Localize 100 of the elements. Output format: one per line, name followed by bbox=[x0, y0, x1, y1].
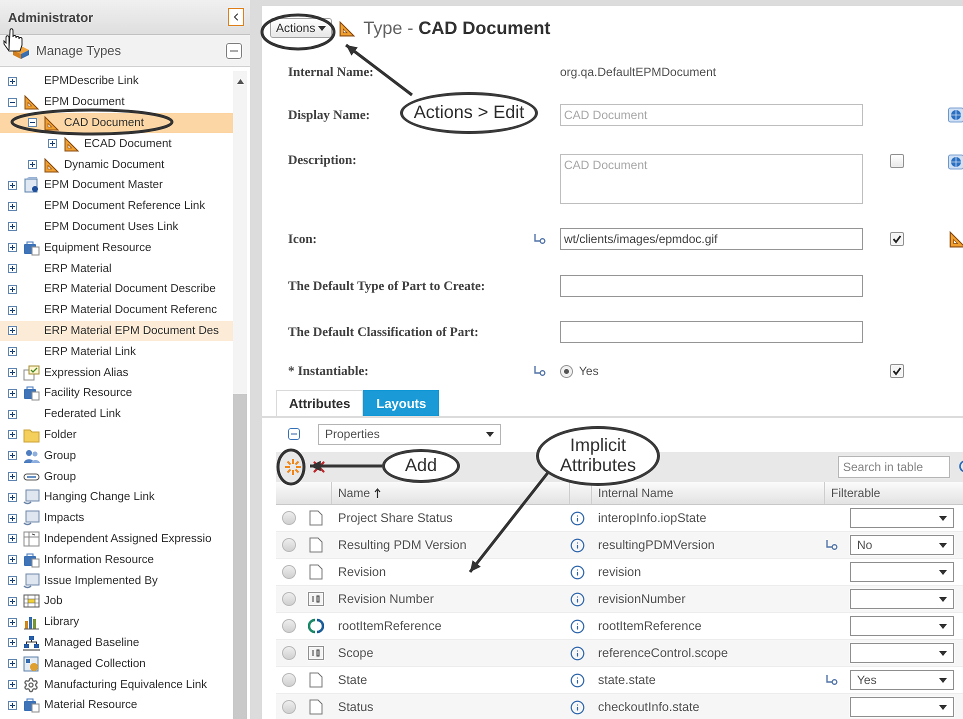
row-radio[interactable] bbox=[282, 700, 296, 714]
filterable-select[interactable] bbox=[850, 697, 954, 717]
tree-item[interactable]: ECAD Document bbox=[0, 133, 233, 154]
row-radio[interactable] bbox=[282, 565, 296, 579]
actions-menu-button[interactable]: Actions bbox=[270, 18, 332, 38]
expand-icon[interactable] bbox=[8, 410, 17, 419]
filterable-select[interactable] bbox=[850, 616, 954, 636]
expand-icon[interactable] bbox=[8, 514, 17, 523]
expand-icon[interactable] bbox=[8, 368, 17, 378]
expand-icon[interactable] bbox=[8, 555, 17, 564]
tree-item[interactable]: EPM Document bbox=[0, 92, 233, 113]
filterable-select[interactable] bbox=[850, 562, 954, 582]
tree-item[interactable]: Equipment Resource bbox=[0, 237, 233, 258]
tab[interactable]: Attributes bbox=[276, 390, 364, 416]
expand-icon[interactable] bbox=[8, 430, 17, 440]
expand-icon[interactable] bbox=[8, 306, 17, 315]
expand-icon[interactable] bbox=[8, 492, 17, 502]
row-radio[interactable] bbox=[282, 511, 296, 525]
collapse-icon[interactable] bbox=[8, 98, 17, 107]
tree-item[interactable]: Job bbox=[0, 590, 233, 612]
row-radio[interactable] bbox=[282, 646, 296, 660]
field-label: The Default Classification of Part: bbox=[288, 324, 479, 340]
expand-icon[interactable] bbox=[48, 139, 57, 148]
tree-item[interactable]: Group bbox=[0, 445, 233, 466]
tree-item[interactable]: Issue Implemented By bbox=[0, 570, 233, 591]
tree-item[interactable]: EPM Document Uses Link bbox=[0, 216, 233, 238]
expand-icon[interactable] bbox=[28, 160, 37, 170]
expand-icon[interactable] bbox=[8, 388, 17, 398]
expand-icon[interactable] bbox=[8, 243, 17, 252]
checkbox[interactable] bbox=[890, 364, 904, 378]
collapse-icon[interactable] bbox=[28, 118, 37, 128]
checkbox[interactable] bbox=[890, 232, 904, 246]
scroll-thumb[interactable] bbox=[233, 394, 247, 719]
tree-item[interactable]: Information Resource bbox=[0, 549, 233, 570]
expand-icon[interactable] bbox=[8, 264, 17, 274]
expand-icon[interactable] bbox=[8, 326, 17, 336]
tree-item[interactable]: Expression Alias bbox=[0, 362, 233, 383]
scrollbar[interactable] bbox=[233, 71, 247, 719]
expand-icon[interactable] bbox=[8, 222, 17, 232]
caret-icon bbox=[939, 678, 947, 682]
tree-item[interactable]: Impacts bbox=[0, 508, 233, 529]
tree-item[interactable]: EPMDescribe Link bbox=[0, 71, 233, 92]
tree-item[interactable]: Library bbox=[0, 612, 233, 633]
tree-item[interactable]: Independent Assigned Expressio bbox=[0, 528, 233, 550]
tree-item[interactable]: Hanging Change Link bbox=[0, 486, 233, 508]
row-radio[interactable] bbox=[282, 592, 296, 606]
expand-icon[interactable] bbox=[8, 76, 17, 86]
expand-icon[interactable] bbox=[8, 680, 17, 689]
expand-icon[interactable] bbox=[8, 659, 17, 668]
tree-item[interactable]: ERP Material Link bbox=[0, 341, 233, 362]
tree-item[interactable]: Folder bbox=[0, 424, 233, 446]
expand-icon[interactable] bbox=[8, 180, 17, 190]
collapse-button[interactable] bbox=[288, 428, 300, 440]
expand-icon[interactable] bbox=[8, 534, 17, 544]
expand-icon[interactable] bbox=[8, 596, 17, 606]
text-field[interactable] bbox=[560, 321, 863, 343]
tree-item[interactable]: Dynamic Document bbox=[0, 154, 233, 175]
tree-item[interactable]: EPM Document Reference Link bbox=[0, 196, 233, 217]
tree-item[interactable]: Group bbox=[0, 466, 233, 487]
row-radio[interactable] bbox=[282, 673, 296, 687]
collapse-panel-button[interactable] bbox=[228, 8, 244, 26]
expand-icon[interactable] bbox=[8, 451, 17, 460]
tree-item[interactable]: Material Resource bbox=[0, 694, 233, 716]
row-radio[interactable] bbox=[282, 619, 296, 633]
properties-dropdown[interactable]: Properties bbox=[318, 424, 501, 444]
filterable-select[interactable]: Yes bbox=[850, 670, 954, 690]
text-field[interactable]: wt/clients/images/epmdoc.gif bbox=[560, 228, 863, 250]
expand-icon[interactable] bbox=[8, 638, 17, 648]
search-field[interactable]: Search in table bbox=[838, 456, 950, 478]
collapse-section-button[interactable] bbox=[226, 42, 242, 58]
expand-icon[interactable] bbox=[8, 347, 17, 356]
expand-icon[interactable] bbox=[8, 284, 17, 294]
text-field[interactable] bbox=[560, 275, 863, 297]
tree-item[interactable]: Manufacturing Equivalence Link bbox=[0, 674, 233, 695]
briefcase-icon bbox=[23, 240, 40, 256]
expand-icon[interactable] bbox=[8, 472, 17, 482]
highlight-ellipse bbox=[276, 448, 306, 486]
filterable-select[interactable]: No bbox=[850, 535, 954, 555]
tree-item[interactable]: ERP Material EPM Document Des bbox=[0, 320, 233, 342]
expand-icon[interactable] bbox=[8, 576, 17, 586]
filterable-select[interactable] bbox=[850, 508, 954, 528]
tree-item[interactable]: Managed Baseline bbox=[0, 632, 233, 654]
tree-item[interactable]: Federated Link bbox=[0, 404, 233, 425]
caret-icon bbox=[939, 542, 947, 548]
radio-button[interactable] bbox=[560, 364, 573, 378]
column-header[interactable]: Filterable bbox=[825, 482, 963, 504]
tree-item[interactable]: ERP Material Document Describe bbox=[0, 278, 233, 300]
row-radio[interactable] bbox=[282, 538, 296, 552]
expand-icon[interactable] bbox=[8, 202, 17, 211]
info-icon bbox=[570, 564, 585, 580]
filterable-select[interactable] bbox=[850, 643, 954, 663]
tree-item[interactable]: ERP Material Document Referenc bbox=[0, 300, 233, 321]
callout: Implicit Attributes bbox=[536, 426, 660, 486]
tree-item[interactable]: Managed Collection bbox=[0, 653, 233, 674]
tree-item[interactable]: EPM Document Master bbox=[0, 174, 233, 196]
filterable-select[interactable] bbox=[850, 589, 954, 609]
expand-icon[interactable] bbox=[8, 700, 17, 710]
expand-icon[interactable] bbox=[8, 618, 17, 627]
tree-item[interactable]: Facility Resource bbox=[0, 382, 233, 404]
tree-item[interactable]: ERP Material bbox=[0, 258, 233, 279]
